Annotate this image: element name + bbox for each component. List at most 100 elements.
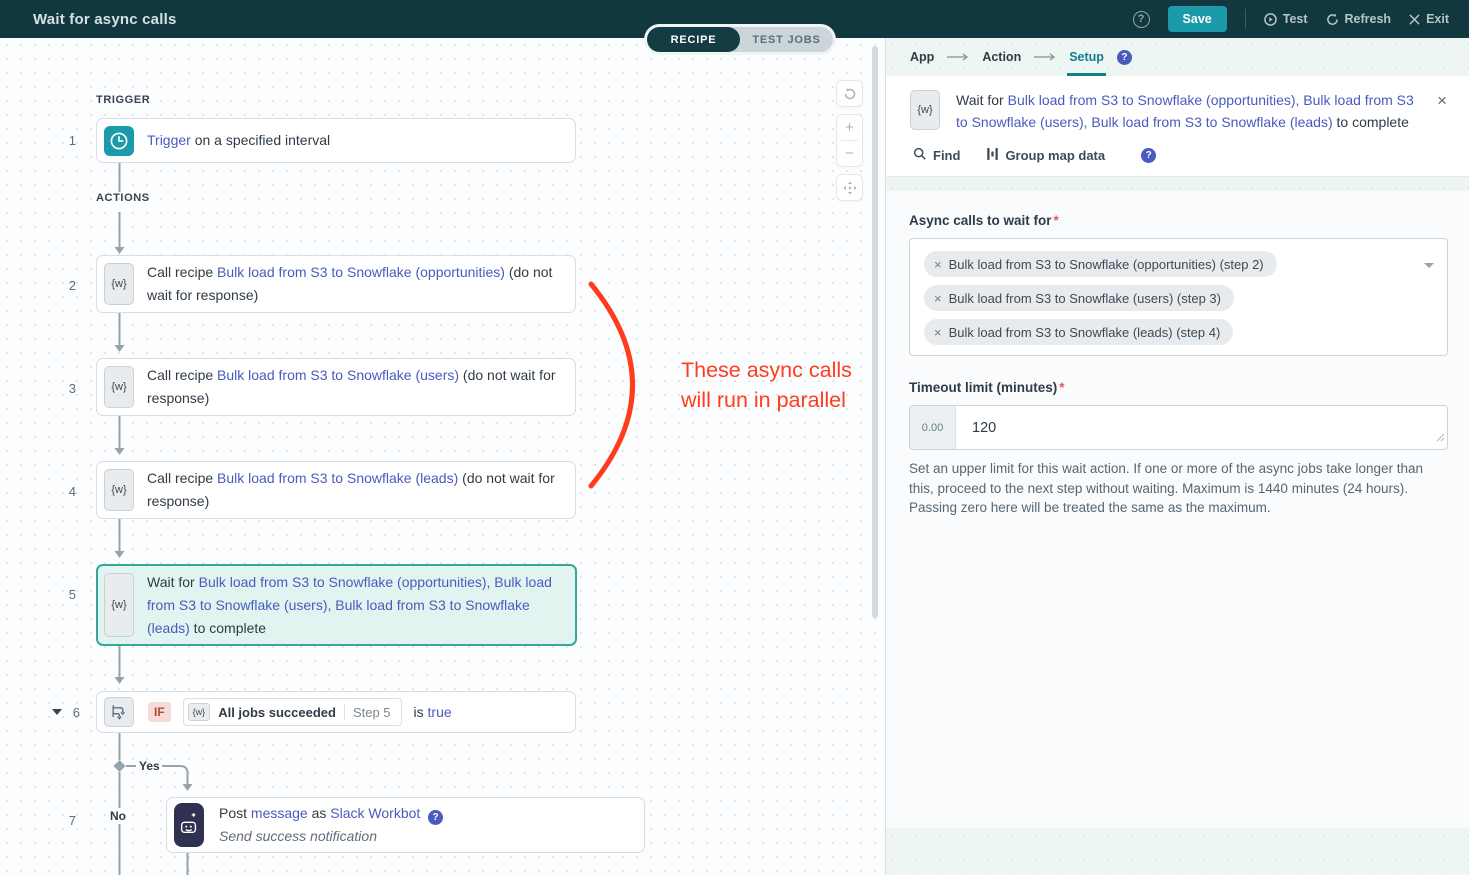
condition-pill[interactable]: {w} All jobs succeeded Step 5 <box>183 698 402 726</box>
step-text: Post message as Slack Workbot ? Send suc… <box>219 802 457 848</box>
actions-section-label: ACTIONS <box>96 192 150 204</box>
slack-workbot-icon <box>174 803 204 847</box>
zoom-in-button[interactable]: + <box>837 115 862 140</box>
annotation-text: These async calls will run in parallel <box>681 356 852 415</box>
timeout-label: Timeout limit (minutes)* <box>909 380 1447 395</box>
step-card-if-condition[interactable]: IF {w} All jobs succeeded Step 5 is true <box>96 691 576 733</box>
navbar-divider <box>1245 9 1246 29</box>
branch-icon <box>104 697 134 727</box>
step-card-trigger[interactable]: Trigger on a specified interval <box>96 118 576 163</box>
tab-test-jobs[interactable]: TEST JOBS <box>740 27 833 52</box>
arrow-right-icon <box>947 48 969 66</box>
search-icon <box>913 147 927 164</box>
workato-datapill-icon: {w} <box>188 703 211 721</box>
workato-recipe-icon: {w} <box>104 573 134 637</box>
view-switcher: RECIPE TEST JOBS <box>647 27 833 52</box>
number-type-badge: 0.00 <box>910 406 956 449</box>
workato-recipe-icon: {w} <box>910 90 940 130</box>
refresh-button[interactable]: Refresh <box>1326 12 1392 26</box>
chevron-down-icon[interactable] <box>1424 263 1434 268</box>
group-map-data-button[interactable]: Group map data <box>986 147 1105 164</box>
step-number-6: 6 <box>64 705 80 720</box>
branch-yes-label: Yes <box>139 759 160 773</box>
step-number-1: 1 <box>60 133 76 148</box>
navbar-actions: ? Save Test Refresh Exit <box>1133 6 1449 32</box>
selected-recipe-tag[interactable]: ×Bulk load from S3 to Snowflake (opportu… <box>924 251 1277 277</box>
selected-recipe-tag[interactable]: ×Bulk load from S3 to Snowflake (leads) … <box>924 319 1233 345</box>
help-icon[interactable]: ? <box>1117 50 1132 65</box>
find-button[interactable]: Find <box>913 147 960 164</box>
step-text: Call recipe Bulk load from S3 to Snowfla… <box>147 467 575 513</box>
step-number-4: 4 <box>60 484 76 499</box>
step-card-call-leads[interactable]: {w} Call recipe Bulk load from S3 to Sno… <box>96 461 576 519</box>
condition-predicate: is true <box>414 704 452 720</box>
zoom-out-button[interactable]: − <box>837 141 862 166</box>
branch-no-label: No <box>107 808 129 824</box>
step-number-3: 3 <box>60 381 76 396</box>
panel-header: {w} Wait for Bulk load from S3 to Snowfl… <box>886 76 1469 177</box>
step-number-2: 2 <box>60 278 76 293</box>
resize-grip-icon[interactable] <box>1436 429 1445 447</box>
close-icon <box>1409 14 1420 25</box>
panel-toolbar: Find Group map data ? <box>886 141 1469 176</box>
config-breadcrumb: App Action Setup ? <box>886 38 1469 76</box>
breadcrumb-setup[interactable]: Setup <box>1069 38 1104 76</box>
step-comment: Send success notification <box>219 825 443 848</box>
help-icon[interactable]: ? <box>1141 148 1156 163</box>
annotation-arc <box>591 284 633 486</box>
workato-recipe-icon: {w} <box>104 263 134 305</box>
recipe-editor: Wait for async calls ? Save Test Refresh… <box>0 0 1469 875</box>
help-icon[interactable]: ? <box>1133 11 1150 28</box>
group-bars-icon <box>986 147 999 164</box>
collapse-caret-icon[interactable] <box>52 709 62 715</box>
async-calls-multiselect[interactable]: ×Bulk load from S3 to Snowflake (opportu… <box>909 238 1448 356</box>
breadcrumb-action[interactable]: Action <box>982 50 1021 64</box>
close-panel-icon[interactable]: × <box>1433 90 1451 133</box>
step-text: Call recipe Bulk load from S3 to Snowfla… <box>147 261 575 307</box>
selected-recipe-tag[interactable]: ×Bulk load from S3 to Snowflake (users) … <box>924 285 1234 311</box>
reset-view-button[interactable] <box>836 80 863 107</box>
refresh-icon <box>1326 13 1339 26</box>
fit-view-button[interactable] <box>836 174 863 201</box>
timeout-input-row: 0.00 <box>909 405 1448 450</box>
step-number-7: 7 <box>60 813 76 828</box>
workato-recipe-icon: {w} <box>104 366 134 408</box>
recipe-title: Wait for async calls <box>33 11 177 28</box>
step-text: Trigger on a specified interval <box>147 129 344 152</box>
trigger-section-label: TRIGGER <box>96 94 150 106</box>
flow-connectors <box>0 38 885 875</box>
recipe-canvas: TRIGGER 1 Trigger on a specified interva… <box>0 38 885 875</box>
timeout-field: Timeout limit (minutes)* 0.00 Set an upp… <box>909 380 1447 518</box>
timeout-input[interactable] <box>956 406 1447 449</box>
step-text: Wait for Bulk load from S3 to Snowflake … <box>147 571 575 640</box>
step-number-5: 5 <box>60 587 76 602</box>
canvas-scrollbar[interactable] <box>872 46 878 618</box>
required-asterisk: * <box>1054 213 1059 228</box>
step-card-wait-selected[interactable]: {w} Wait for Bulk load from S3 to Snowfl… <box>96 564 577 646</box>
step-card-call-opportunities[interactable]: {w} Call recipe Bulk load from S3 to Sno… <box>96 255 576 313</box>
timeout-help-text: Set an upper limit for this wait action.… <box>909 459 1446 518</box>
save-button[interactable]: Save <box>1168 6 1227 32</box>
setup-form: Async calls to wait for* ×Bulk load from… <box>886 191 1469 828</box>
step-card-call-users[interactable]: {w} Call recipe Bulk load from S3 to Sno… <box>96 358 576 416</box>
panel-step-title: Wait for Bulk load from S3 to Snowflake … <box>956 90 1417 133</box>
remove-tag-icon[interactable]: × <box>934 291 942 306</box>
tab-recipe[interactable]: RECIPE <box>647 27 740 52</box>
test-button[interactable]: Test <box>1264 12 1308 26</box>
help-icon[interactable]: ? <box>428 810 443 825</box>
remove-tag-icon[interactable]: × <box>934 325 942 340</box>
if-badge: IF <box>148 702 171 722</box>
required-asterisk: * <box>1059 380 1064 395</box>
step-config-panel: App Action Setup ? {w} Wait for Bulk loa… <box>885 38 1469 875</box>
pill-divider <box>344 704 345 720</box>
async-calls-label: Async calls to wait for* <box>909 213 1447 228</box>
step-card-post-message[interactable]: Post message as Slack Workbot ? Send suc… <box>166 797 645 853</box>
exit-button[interactable]: Exit <box>1409 12 1449 26</box>
remove-tag-icon[interactable]: × <box>934 257 942 272</box>
breadcrumb-app[interactable]: App <box>910 50 934 64</box>
clock-icon <box>104 126 134 156</box>
arrow-right-icon <box>1034 48 1056 66</box>
zoom-controls: + − <box>836 114 863 167</box>
workato-recipe-icon: {w} <box>104 469 134 511</box>
play-circle-icon <box>1264 13 1277 26</box>
